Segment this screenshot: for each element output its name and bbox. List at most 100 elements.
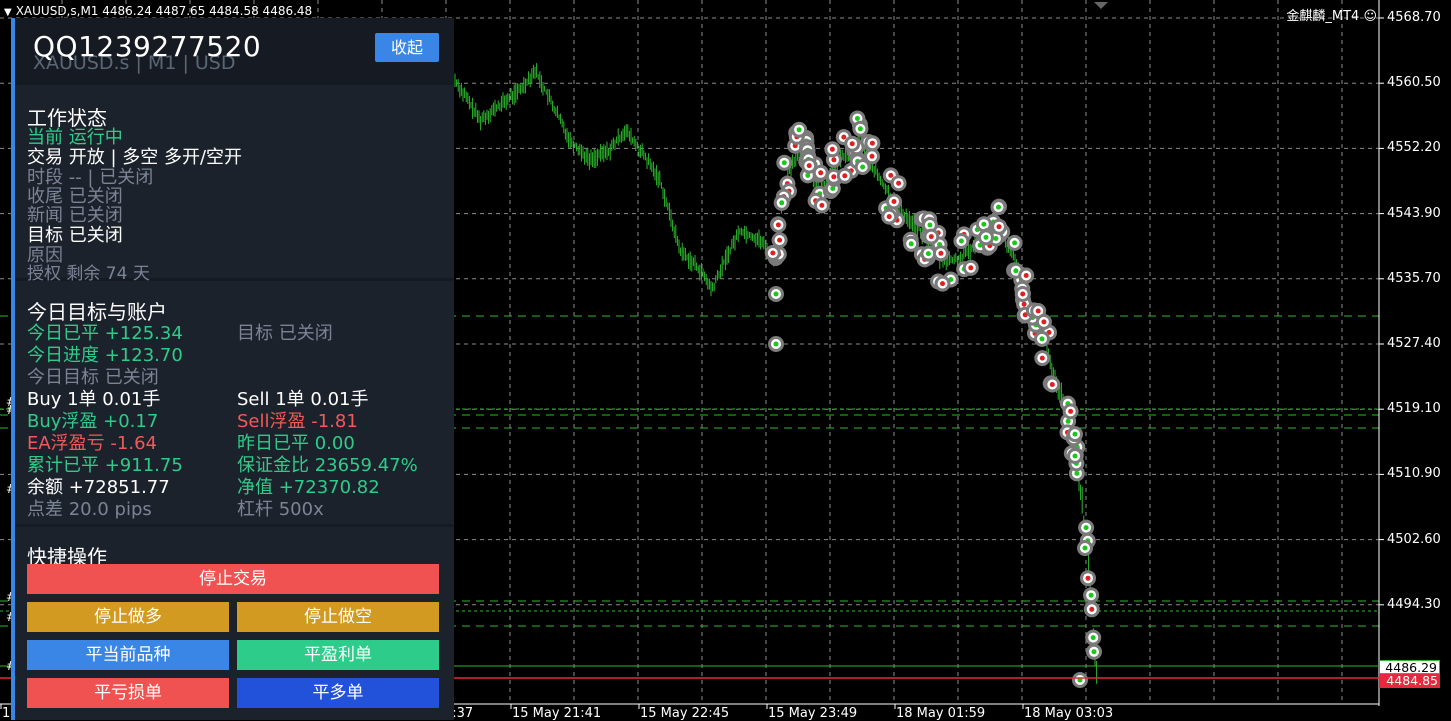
y-axis-label: 4502.60 — [1387, 531, 1441, 547]
trade-marker-dot — [781, 160, 787, 166]
stop-short-button[interactable]: 停止做空 — [237, 602, 439, 632]
trade-marker-dot — [1083, 525, 1089, 531]
trade-marker-dot — [1090, 635, 1096, 641]
y-axis-label: 4494.30 — [1387, 596, 1441, 612]
y-axis-label: 4552.20 — [1387, 140, 1441, 156]
chart-header: ▼ XAUUSD,s,M1 4486.24 4487.65 4484.58 448… — [4, 4, 313, 18]
x-axis-label: 15 May 23:49 — [768, 706, 858, 721]
y-axis-label: 4535.70 — [1387, 270, 1441, 286]
stop-long-button[interactable]: 停止做多 — [27, 602, 229, 632]
trade-marker-dot — [927, 222, 933, 228]
panel-title: QQ1239277520 — [33, 30, 262, 63]
y-axis-label: 4519.10 — [1387, 401, 1441, 417]
trade-marker-dot — [842, 173, 848, 179]
trade-marker-dot — [1039, 355, 1045, 361]
ea-panel: XAUUSD.s | M1 | USD QQ1239277520 收起 工作状态… — [11, 18, 454, 720]
panel-header: XAUUSD.s | M1 | USD QQ1239277520 收起 — [15, 18, 454, 82]
trade-marker-dot — [773, 341, 779, 347]
bid-price-tag: 4486.29 — [1379, 660, 1440, 675]
trade-marker-dot — [993, 236, 999, 241]
trade-marker-dot — [896, 180, 902, 186]
trade-marker-dot — [1041, 319, 1047, 325]
trade-marker-dot — [1085, 575, 1091, 581]
y-axis-label: 4510.90 — [1387, 466, 1441, 482]
trade-marker-dot — [996, 224, 1002, 230]
trade-marker-dot — [958, 238, 964, 244]
ea-brand: 金麒麟_MT4 ☺ — [1286, 9, 1377, 24]
y-axis-label: 4568.70 — [1387, 10, 1441, 25]
trade-marker-dot — [777, 237, 783, 243]
trade-marker-dot — [1065, 418, 1071, 424]
trade-marker-dot — [983, 234, 989, 240]
trade-marker-dot — [1039, 336, 1045, 342]
trade-marker-dot — [854, 116, 860, 121]
trade-marker-dot — [938, 250, 944, 256]
trade-marker-dot — [805, 172, 811, 178]
stop-trading-button[interactable]: 停止交易 — [27, 564, 439, 594]
trade-marker-dot — [1049, 382, 1055, 387]
trade-marker-dot — [818, 170, 824, 176]
close-profit-button[interactable]: 平盈利单 — [237, 640, 439, 670]
actions-section: 快捷操作 停止交易 停止做多 停止做空 平当前品种 平盈利单 平亏损单 平多单 — [15, 527, 454, 720]
trade-marker-dot — [1020, 291, 1026, 297]
trade-marker-dot — [1013, 268, 1019, 274]
target-label: 目标 已关闭 — [237, 323, 333, 344]
close-loss-button[interactable]: 平亏损单 — [27, 678, 229, 708]
status-section: 工作状态 当前 运行中 交易 开放 | 多空 多开/空开 时段 -- | 已关闭… — [15, 85, 454, 284]
trade-marker-dot — [829, 146, 835, 152]
trade-marker-dot — [968, 265, 974, 271]
trade-marker-dot — [1072, 431, 1078, 437]
close-symbol-button[interactable]: 平当前品种 — [27, 640, 229, 670]
account-section: 今日目标与账户 今日已平 +125.34 目标 已关闭 今日进度 +123.70… — [15, 281, 454, 524]
close-buy-button[interactable]: 平多单 — [237, 678, 439, 708]
trade-marker-dot — [925, 251, 931, 257]
trade-marker-dot — [981, 221, 987, 227]
trade-marker-dot — [831, 157, 837, 163]
trade-marker-dot — [996, 204, 1001, 210]
x-axis-label: 15 May 22:45 — [640, 706, 730, 721]
y-axis-label: 4527.40 — [1387, 336, 1441, 351]
trade-marker-dot — [928, 234, 934, 240]
trade-marker-dot — [796, 127, 802, 133]
trade-marker-dot — [841, 134, 847, 140]
x-axis-label: 18 May 01:59 — [896, 706, 986, 721]
trade-marker-dot — [1023, 273, 1029, 278]
trade-marker-dot — [806, 163, 812, 169]
trade-marker-dot — [888, 172, 894, 178]
trade-marker-dot — [891, 199, 897, 204]
collapse-button[interactable]: 收起 — [375, 33, 439, 62]
shift-marker-icon — [1094, 2, 1108, 9]
trade-marker-dot — [1089, 606, 1095, 612]
smiley-icon: ☺ — [1363, 9, 1377, 24]
trade-marker-dot — [1035, 308, 1041, 314]
trade-marker-dot — [940, 281, 945, 287]
trade-marker-dot — [773, 291, 779, 297]
leverage: 杠杆 500x — [237, 499, 324, 520]
trade-marker-dot — [857, 126, 863, 132]
trade-marker-dot — [1072, 453, 1078, 459]
y-axis-label: 4543.90 — [1387, 205, 1441, 221]
trade-marker-dot — [886, 214, 892, 220]
trade-marker-dot — [1088, 592, 1094, 598]
trade-marker-dot — [819, 202, 825, 208]
trade-marker-dot — [1082, 545, 1088, 551]
trade-marker-dot — [775, 222, 781, 228]
trade-marker-dot — [1074, 470, 1080, 476]
trade-marker-dot — [860, 164, 866, 170]
trade-marker-dot — [1012, 240, 1018, 246]
trade-marker-dot — [779, 200, 785, 206]
y-axis-label: 4560.50 — [1387, 75, 1441, 91]
x-axis-label: 18 May 03:03 — [1024, 706, 1114, 721]
ask-price-tag: 4484.85 — [1379, 674, 1440, 688]
trade-marker-dot — [770, 250, 776, 256]
x-axis-label: 15 May 21:41 — [512, 706, 602, 721]
trade-marker-dot — [869, 140, 875, 146]
trade-marker-dot — [1021, 301, 1027, 307]
trade-marker-dot — [849, 141, 855, 147]
trade-marker-dot — [1068, 408, 1074, 414]
spread: 点差 20.0 pips — [27, 499, 152, 520]
trade-marker-dot — [1091, 649, 1097, 655]
trade-marker-dot — [869, 153, 875, 159]
trade-marker-dot — [908, 241, 914, 247]
trade-marker-dot — [831, 174, 837, 180]
